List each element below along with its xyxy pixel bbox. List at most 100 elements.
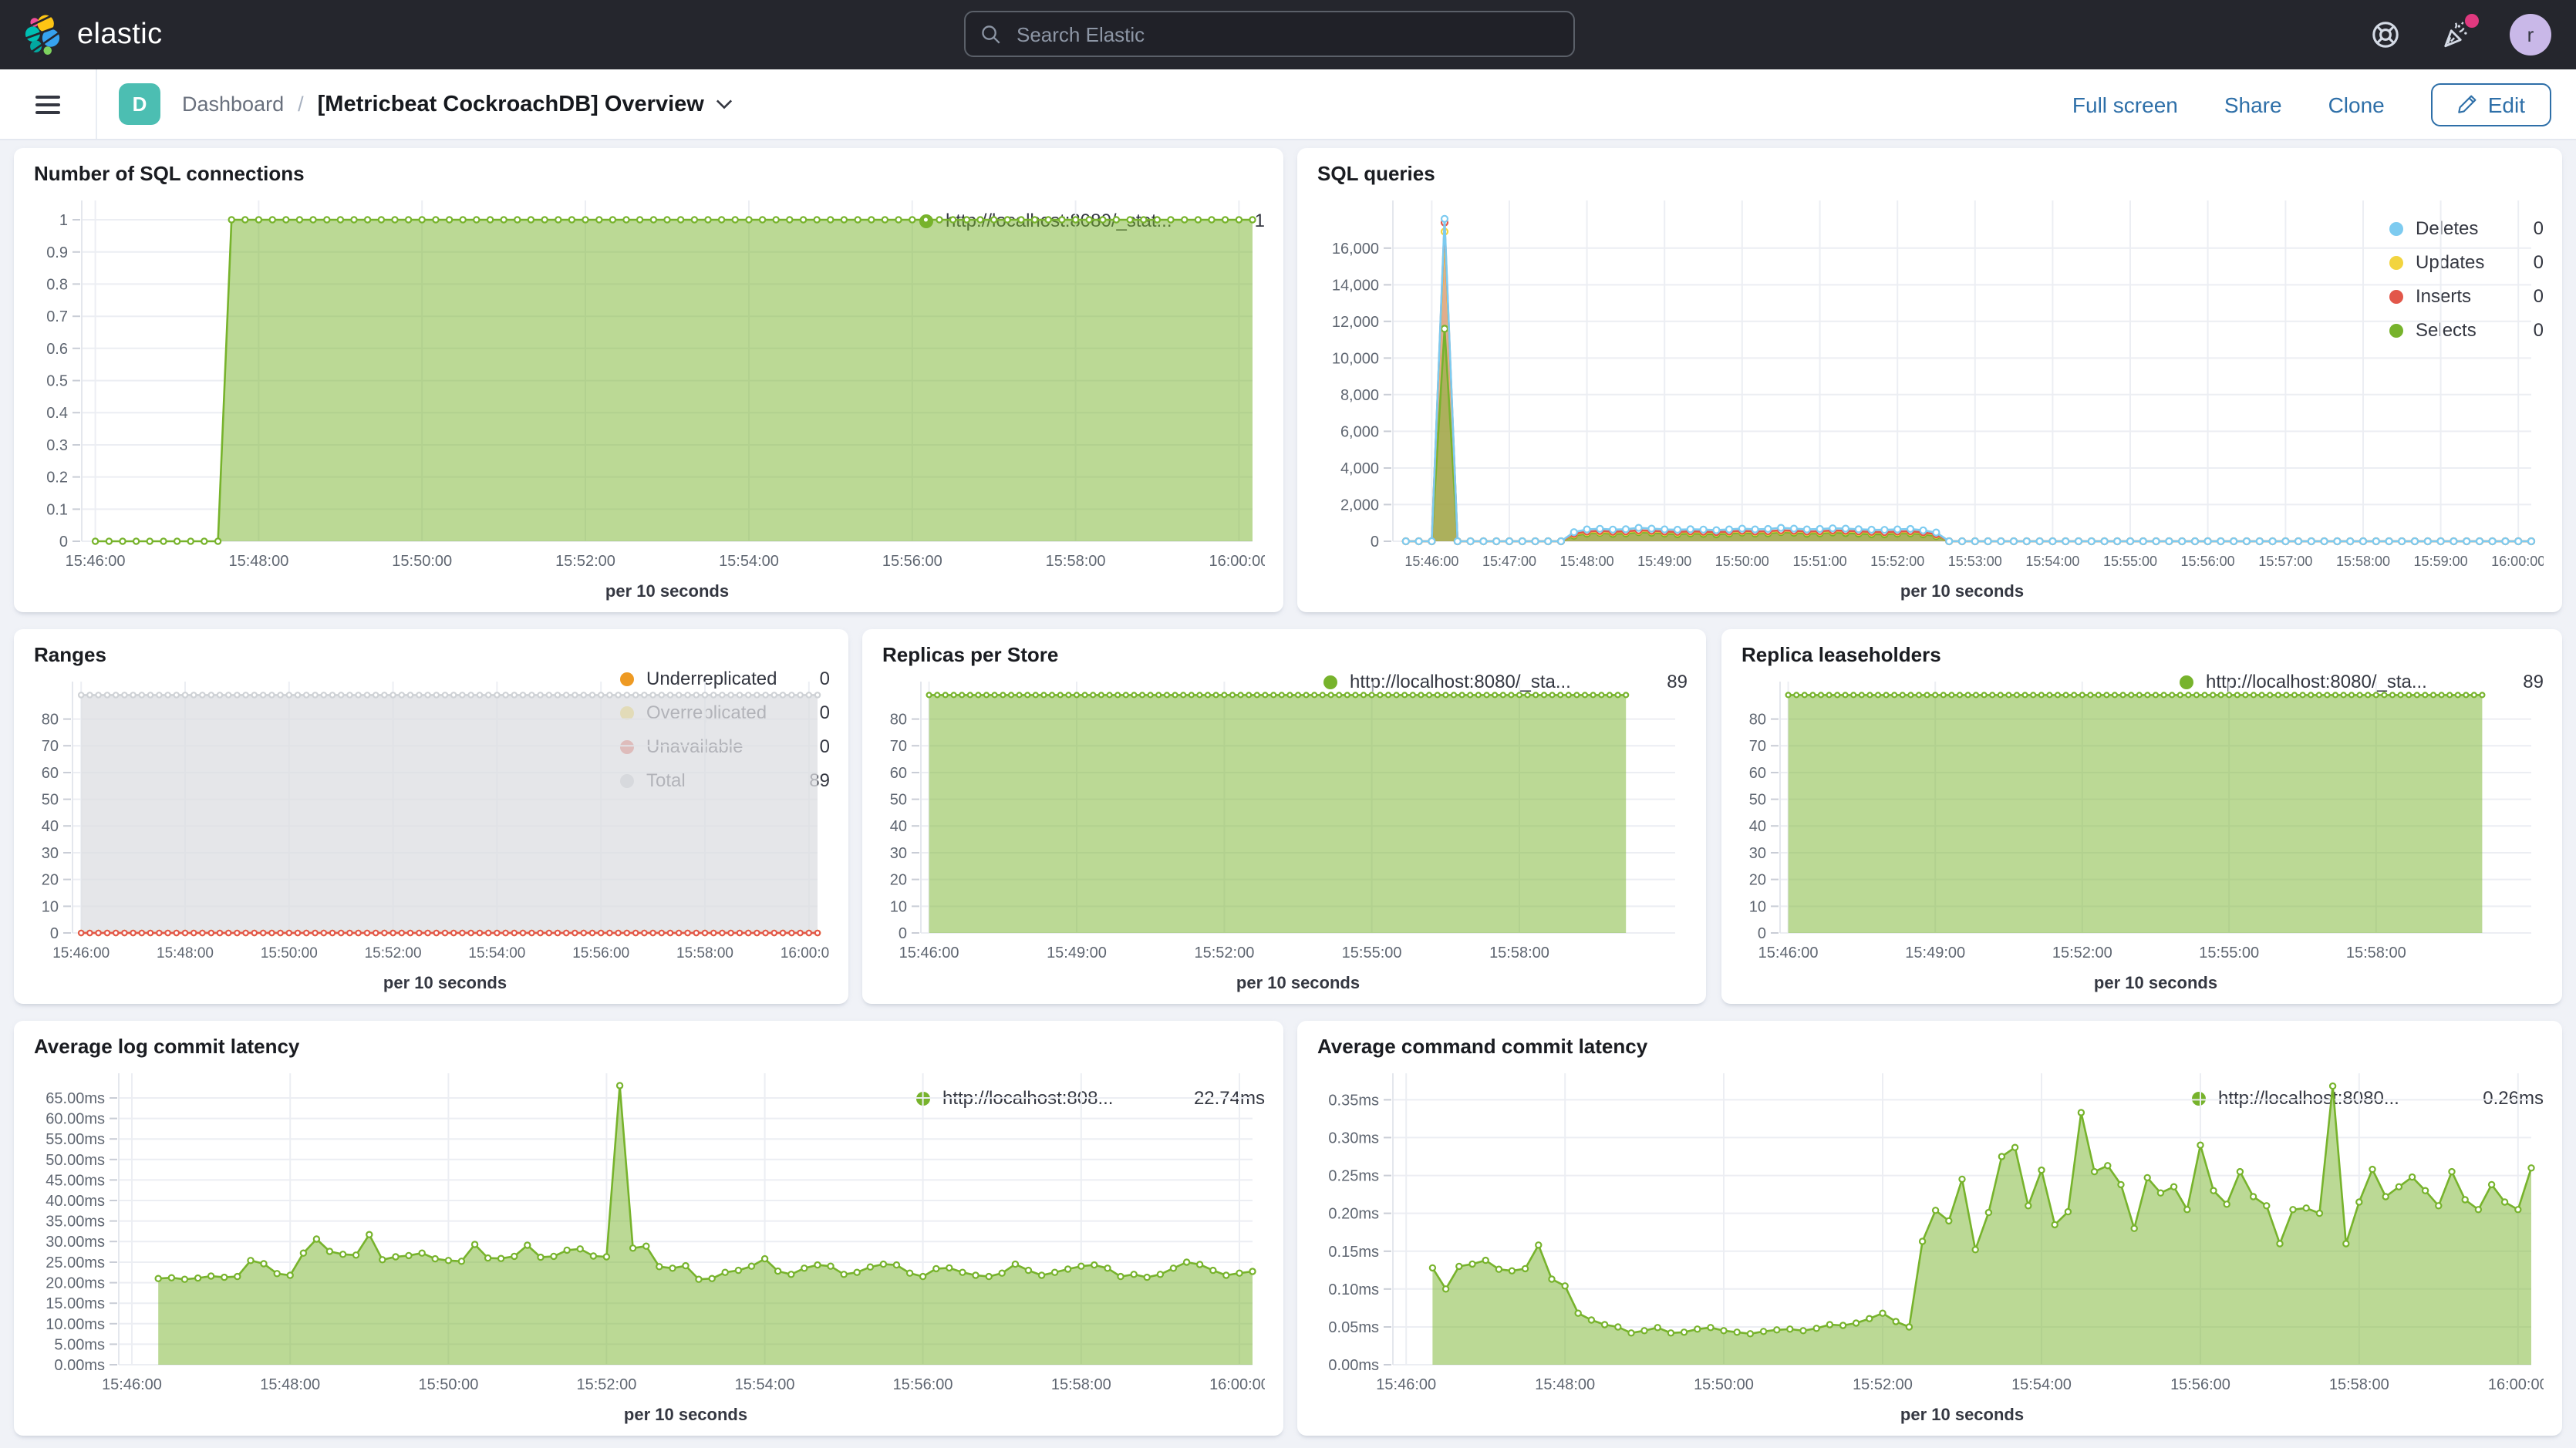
svg-text:35.00ms: 35.00ms [46, 1214, 105, 1231]
newsfeed-button[interactable] [2439, 18, 2473, 52]
svg-text:30: 30 [42, 845, 59, 862]
panel-title: Average command commit latency [1317, 1035, 2550, 1058]
user-avatar[interactable]: r [2510, 14, 2551, 56]
svg-text:15:49:00: 15:49:00 [1637, 554, 1691, 569]
svg-text:80: 80 [890, 712, 907, 729]
svg-text:8,000: 8,000 [1340, 387, 1379, 404]
breadcrumb-dashboard[interactable]: Dashboard [182, 93, 284, 116]
svg-text:0.4: 0.4 [46, 405, 68, 422]
svg-text:15:52:00: 15:52:00 [1194, 945, 1254, 961]
svg-text:15:55:00: 15:55:00 [2103, 554, 2157, 569]
svg-text:15:59:00: 15:59:00 [2414, 554, 2468, 569]
svg-text:0: 0 [50, 925, 59, 942]
share-button[interactable]: Share [2224, 92, 2282, 116]
svg-text:per 10 seconds: per 10 seconds [1900, 1405, 2024, 1424]
svg-text:15:58:00: 15:58:00 [1489, 945, 1549, 961]
title-menu-button[interactable] [716, 99, 733, 109]
help-button[interactable] [2368, 18, 2402, 52]
svg-text:15:58:00: 15:58:00 [676, 945, 733, 961]
svg-text:5.00ms: 5.00ms [54, 1336, 105, 1353]
chart-average-command-commit-latency[interactable]: 0.35ms0.30ms0.25ms0.20ms0.15ms0.10ms0.05… [1313, 1058, 2192, 1433]
svg-text:16:00:00: 16:00:00 [1209, 553, 1265, 570]
svg-text:0.7: 0.7 [46, 308, 68, 325]
chart-ranges[interactable]: 8070605040302010015:46:0015:48:0015:50:0… [29, 666, 620, 1001]
svg-text:15:46:00: 15:46:00 [52, 945, 110, 961]
svg-text:0.00ms: 0.00ms [1328, 1357, 1379, 1374]
svg-text:15:46:00: 15:46:00 [1376, 1376, 1436, 1393]
panel-title: SQL queries [1317, 162, 2550, 185]
svg-text:0.25ms: 0.25ms [1328, 1168, 1379, 1185]
svg-text:0.05ms: 0.05ms [1328, 1319, 1379, 1336]
svg-text:15:56:00: 15:56:00 [2170, 1376, 2230, 1393]
search-input[interactable] [1013, 21, 1558, 47]
chart-sql-queries[interactable]: 16,00014,00012,00010,0008,0006,0004,0002… [1313, 185, 2389, 609]
help-icon [2370, 20, 2399, 49]
brand-text: elastic [77, 18, 163, 52]
svg-text:15:54:00: 15:54:00 [2011, 1376, 2072, 1393]
svg-text:60: 60 [42, 765, 59, 782]
svg-text:40: 40 [42, 818, 59, 835]
svg-text:70: 70 [1749, 738, 1766, 755]
panel-ranges: Ranges 8070605040302010015:46:0015:48:00… [14, 629, 848, 1004]
svg-text:15:50:00: 15:50:00 [418, 1376, 478, 1393]
elastic-logo-icon [22, 14, 63, 56]
svg-text:15:55:00: 15:55:00 [1342, 945, 1402, 961]
global-search[interactable] [964, 11, 1575, 57]
svg-text:0.15ms: 0.15ms [1328, 1244, 1379, 1261]
svg-text:0.5: 0.5 [46, 373, 68, 390]
panel-average-log-commit-latency: Average log commit latency 65.00ms60.00m… [14, 1021, 1283, 1436]
search-icon [981, 24, 1001, 44]
dashboard-app-badge[interactable]: D [119, 83, 160, 125]
panel-replica-leaseholders: Replica leaseholders 8070605040302010015… [1721, 629, 2562, 1004]
panel-title: Ranges [34, 643, 836, 666]
svg-text:per 10 seconds: per 10 seconds [2094, 973, 2217, 992]
svg-text:40.00ms: 40.00ms [46, 1193, 105, 1210]
chart-replica-leaseholders[interactable]: 8070605040302010015:46:0015:49:0015:52:0… [1737, 666, 2180, 1001]
svg-text:0.3: 0.3 [46, 437, 68, 454]
svg-text:6,000: 6,000 [1340, 423, 1379, 440]
elastic-logo[interactable]: elastic [22, 14, 163, 56]
chevron-down-icon [716, 99, 733, 109]
toolbar-actions: Full screen Share Clone Edit [2072, 83, 2551, 126]
page-title[interactable]: [Metricbeat CockroachDB] Overview [318, 92, 704, 116]
svg-text:60.00ms: 60.00ms [46, 1111, 105, 1128]
full-screen-button[interactable]: Full screen [2072, 92, 2178, 116]
svg-text:15:54:00: 15:54:00 [719, 553, 779, 570]
clone-button[interactable]: Clone [2328, 92, 2385, 116]
svg-text:20: 20 [42, 872, 59, 889]
svg-text:15:46:00: 15:46:00 [1404, 554, 1458, 569]
panel-title: Number of SQL connections [34, 162, 1271, 185]
svg-text:0.6: 0.6 [46, 341, 68, 358]
edit-button-label: Edit [2488, 92, 2525, 116]
svg-text:15:47:00: 15:47:00 [1482, 554, 1536, 569]
svg-text:15:56:00: 15:56:00 [2181, 554, 2235, 569]
svg-text:50: 50 [42, 792, 59, 809]
edit-button[interactable]: Edit [2431, 83, 2551, 126]
svg-text:80: 80 [42, 712, 59, 729]
svg-text:15:50:00: 15:50:00 [1715, 554, 1769, 569]
svg-text:0: 0 [59, 534, 68, 551]
chart-number-of-sql-connections[interactable]: 10.90.80.70.60.50.40.30.20.1015:46:0015:… [29, 185, 919, 609]
svg-text:per 10 seconds: per 10 seconds [1236, 973, 1360, 992]
svg-text:12,000: 12,000 [1332, 314, 1379, 331]
svg-text:16:00:00: 16:00:00 [2488, 1376, 2544, 1393]
panel-number-of-sql-connections: Number of SQL connections 10.90.80.70.60… [14, 148, 1283, 612]
svg-text:15:52:00: 15:52:00 [1853, 1376, 1913, 1393]
svg-text:40: 40 [890, 818, 907, 835]
chart-average-log-commit-latency[interactable]: 65.00ms60.00ms55.00ms50.00ms45.00ms40.00… [29, 1058, 916, 1433]
svg-text:per 10 seconds: per 10 seconds [605, 581, 729, 601]
svg-text:0.1: 0.1 [46, 501, 68, 518]
chart-replicas-per-store[interactable]: 8070605040302010015:46:0015:49:0015:52:0… [878, 666, 1323, 1001]
breadcrumb-separator: / [298, 93, 304, 116]
svg-text:80: 80 [1749, 712, 1766, 729]
svg-text:15:48:00: 15:48:00 [157, 945, 214, 961]
hamburger-icon [35, 95, 60, 113]
svg-text:15:52:00: 15:52:00 [576, 1376, 636, 1393]
svg-text:15:52:00: 15:52:00 [365, 945, 422, 961]
panel-sql-queries: SQL queries 16,00014,00012,00010,0008,00… [1297, 148, 2562, 612]
menu-button[interactable] [0, 69, 97, 139]
panel-title: Replicas per Store [882, 643, 1694, 666]
svg-text:55.00ms: 55.00ms [46, 1131, 105, 1148]
svg-text:15:49:00: 15:49:00 [1905, 945, 1965, 961]
svg-text:15:53:00: 15:53:00 [1948, 554, 2002, 569]
